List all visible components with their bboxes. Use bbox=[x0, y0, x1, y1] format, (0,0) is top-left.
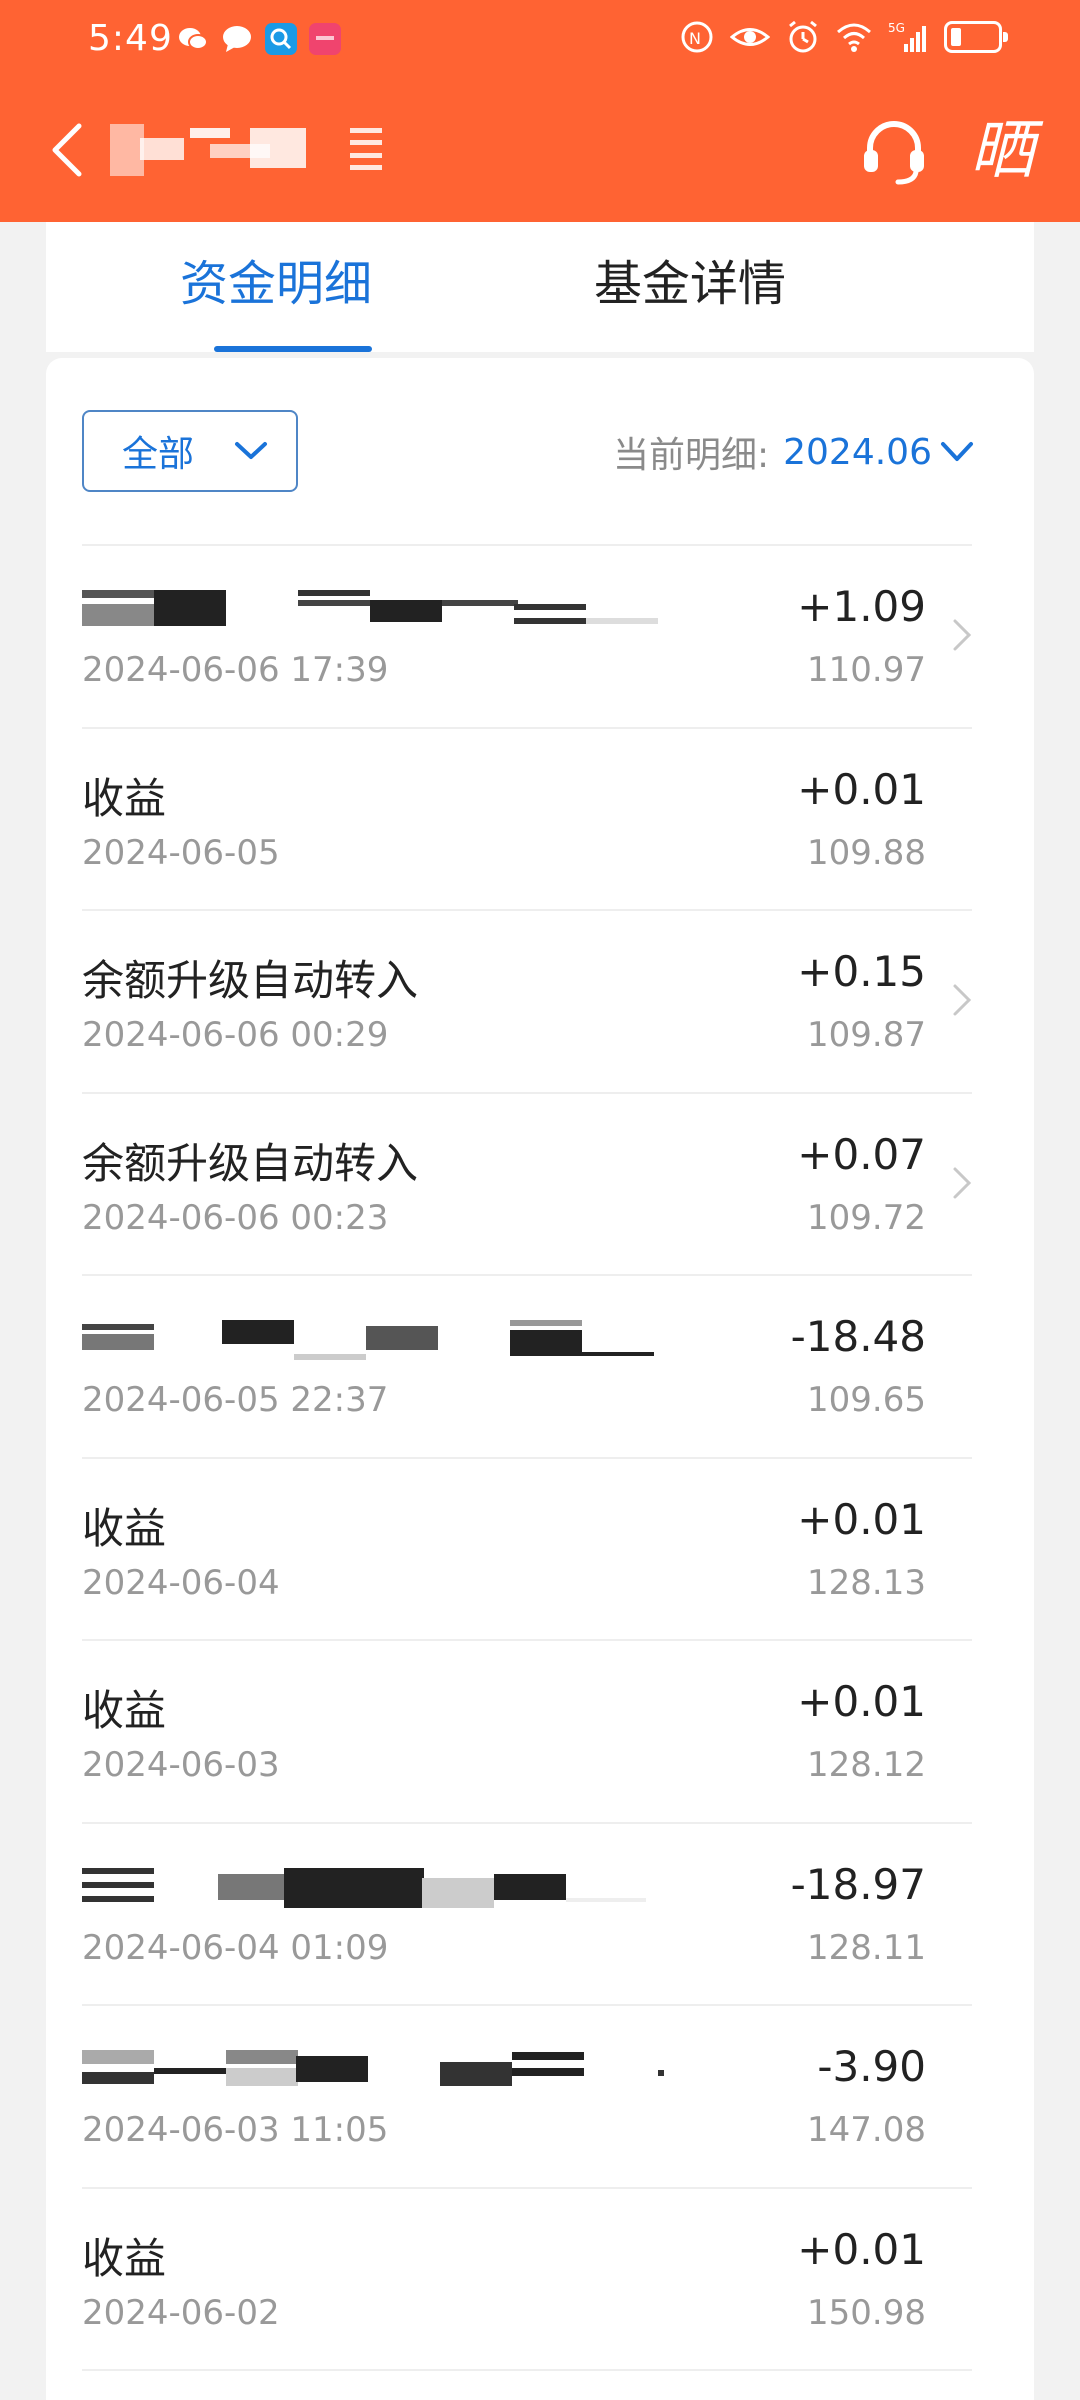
transaction-balance: 109.87 bbox=[807, 1015, 926, 1055]
message-icon bbox=[223, 26, 251, 52]
transaction-date: 2024-06-03 bbox=[82, 1745, 280, 1785]
menu-lines-icon[interactable] bbox=[346, 122, 386, 176]
chevron-right-icon bbox=[953, 1167, 972, 1198]
app-bar: 晒 bbox=[0, 80, 1080, 222]
transaction-row[interactable]: 余额升级自动转入 2024-06-06 00:23 +0.07 109.72 bbox=[82, 1091, 972, 1275]
transaction-amount: +1.09 bbox=[797, 582, 926, 631]
filter-dropdown[interactable]: 全部 bbox=[82, 410, 298, 492]
chevron-right-icon bbox=[953, 984, 972, 1016]
chevron-down-icon bbox=[941, 442, 973, 461]
headset-icon[interactable] bbox=[858, 116, 930, 188]
svg-text:5G: 5G bbox=[888, 21, 905, 35]
status-notification-icons bbox=[176, 22, 342, 56]
nfc-icon: N bbox=[681, 21, 713, 53]
transaction-amount: +0.01 bbox=[797, 1677, 926, 1726]
header: 5:49 N 5G 晒 bbox=[0, 0, 1080, 222]
redacted-transaction-title bbox=[82, 590, 662, 634]
transaction-row[interactable]: 2024-06-04 01:09 -18.97 128.11 bbox=[82, 1821, 972, 2005]
transaction-amount: +0.15 bbox=[797, 947, 926, 996]
tab-fund-details[interactable]: 资金明细 bbox=[156, 244, 396, 332]
search-app-icon bbox=[265, 23, 297, 55]
svg-text:N: N bbox=[689, 29, 701, 48]
transaction-row[interactable]: 收益 2024-06-05 +0.01 109.88 bbox=[82, 726, 972, 910]
transaction-row[interactable]: 收益 2024-06-04 +0.01 128.13 bbox=[82, 1456, 972, 1640]
wifi-icon bbox=[837, 23, 871, 52]
list-divider bbox=[82, 2369, 972, 2371]
transaction-amount: +0.01 bbox=[797, 2224, 926, 2274]
chevron-right-icon bbox=[953, 619, 972, 651]
chevron-down-icon bbox=[235, 442, 268, 459]
transaction-row[interactable]: 收益 2024-06-02 +0.01 150.98 bbox=[82, 2186, 972, 2370]
redacted-transaction-title bbox=[82, 2050, 664, 2094]
share-button[interactable]: 晒 bbox=[970, 106, 1034, 196]
transaction-balance: 147.08 bbox=[807, 2110, 926, 2150]
filter-label: 全部 bbox=[122, 434, 195, 475]
transaction-balance: 128.13 bbox=[807, 1562, 926, 1603]
status-bar: 5:49 N 5G bbox=[0, 0, 1080, 80]
status-time: 5:49 bbox=[88, 18, 173, 59]
transaction-title: 收益 bbox=[82, 1686, 167, 1735]
transaction-amount: +0.01 bbox=[797, 1494, 926, 1544]
eye-comfort-icon bbox=[730, 28, 770, 46]
transaction-date: 2024-06-02 bbox=[82, 2292, 280, 2333]
transaction-row[interactable]: 收益 2024-06-03 +0.01 128.12 bbox=[82, 1639, 972, 1822]
transaction-date: 2024-06-06 00:29 bbox=[82, 1015, 389, 1055]
wechat-icon bbox=[179, 28, 208, 50]
transaction-balance: 128.11 bbox=[807, 1927, 926, 1968]
period-value: 2024.06 bbox=[783, 431, 932, 473]
battery-icon bbox=[944, 21, 1008, 53]
transaction-balance: 150.98 bbox=[807, 2292, 926, 2333]
transaction-amount: +0.07 bbox=[797, 1129, 926, 1179]
alarm-icon bbox=[789, 20, 817, 53]
transaction-balance: 128.12 bbox=[807, 1745, 926, 1785]
transaction-list: 2024-06-06 17:39 +1.09 110.97 收益 2024-06… bbox=[82, 544, 972, 2371]
huawei-app-icon bbox=[309, 23, 341, 55]
back-button[interactable] bbox=[32, 110, 102, 190]
transaction-row[interactable]: 余额升级自动转入 2024-06-06 00:29 +0.15 109.87 bbox=[82, 909, 972, 1092]
transaction-card: 全部 当前明细: 2024.06 2024-06-06 17:39 +1.09 … bbox=[46, 358, 1034, 2400]
transaction-title: 余额升级自动转入 bbox=[82, 1138, 419, 1188]
transaction-date: 2024-06-06 17:39 bbox=[82, 650, 389, 690]
transaction-amount: -18.48 bbox=[790, 1312, 926, 1361]
transaction-date: 2024-06-05 22:37 bbox=[82, 1380, 389, 1420]
transaction-date: 2024-06-05 bbox=[82, 832, 280, 873]
transaction-amount: -3.90 bbox=[817, 2042, 926, 2091]
chevron-left-icon bbox=[52, 123, 82, 177]
period-selector[interactable]: 当前明细: 2024.06 bbox=[613, 426, 974, 478]
transaction-date: 2024-06-04 01:09 bbox=[82, 1927, 389, 1968]
redacted-transaction-title bbox=[82, 1867, 662, 1912]
transaction-date: 2024-06-03 11:05 bbox=[82, 2110, 389, 2150]
transaction-title: 收益 bbox=[82, 773, 167, 823]
transaction-balance: 109.88 bbox=[807, 832, 926, 873]
transaction-title: 收益 bbox=[82, 1503, 167, 1553]
transaction-balance: 110.97 bbox=[807, 650, 926, 690]
transaction-row[interactable]: 2024-06-05 22:37 -18.48 109.65 bbox=[82, 1274, 972, 1457]
redacted-transaction-title bbox=[82, 1320, 662, 1364]
transaction-title: 收益 bbox=[82, 2233, 167, 2283]
status-system-icons: N 5G bbox=[680, 20, 1008, 54]
transaction-amount: -18.97 bbox=[790, 1859, 926, 1909]
transaction-row[interactable]: 2024-06-06 17:39 +1.09 110.97 bbox=[82, 544, 972, 727]
transaction-title: 余额升级自动转入 bbox=[82, 956, 419, 1005]
transaction-amount: +0.01 bbox=[797, 764, 926, 814]
tab-bar: 资金明细 基金详情 bbox=[46, 222, 1034, 352]
tab-fund-info[interactable]: 基金详情 bbox=[560, 244, 820, 332]
redacted-page-title bbox=[110, 124, 320, 176]
period-label: 当前明细: bbox=[612, 435, 770, 476]
active-tab-indicator bbox=[214, 346, 372, 352]
transaction-row[interactable]: 2024-06-03 11:05 -3.90 147.08 bbox=[82, 2004, 972, 2187]
signal-5g-icon: 5G bbox=[888, 21, 926, 52]
transaction-date: 2024-06-04 bbox=[82, 1562, 280, 1603]
transaction-balance: 109.65 bbox=[807, 1380, 926, 1420]
transaction-date: 2024-06-06 00:23 bbox=[82, 1197, 389, 1238]
transaction-balance: 109.72 bbox=[807, 1197, 926, 1238]
